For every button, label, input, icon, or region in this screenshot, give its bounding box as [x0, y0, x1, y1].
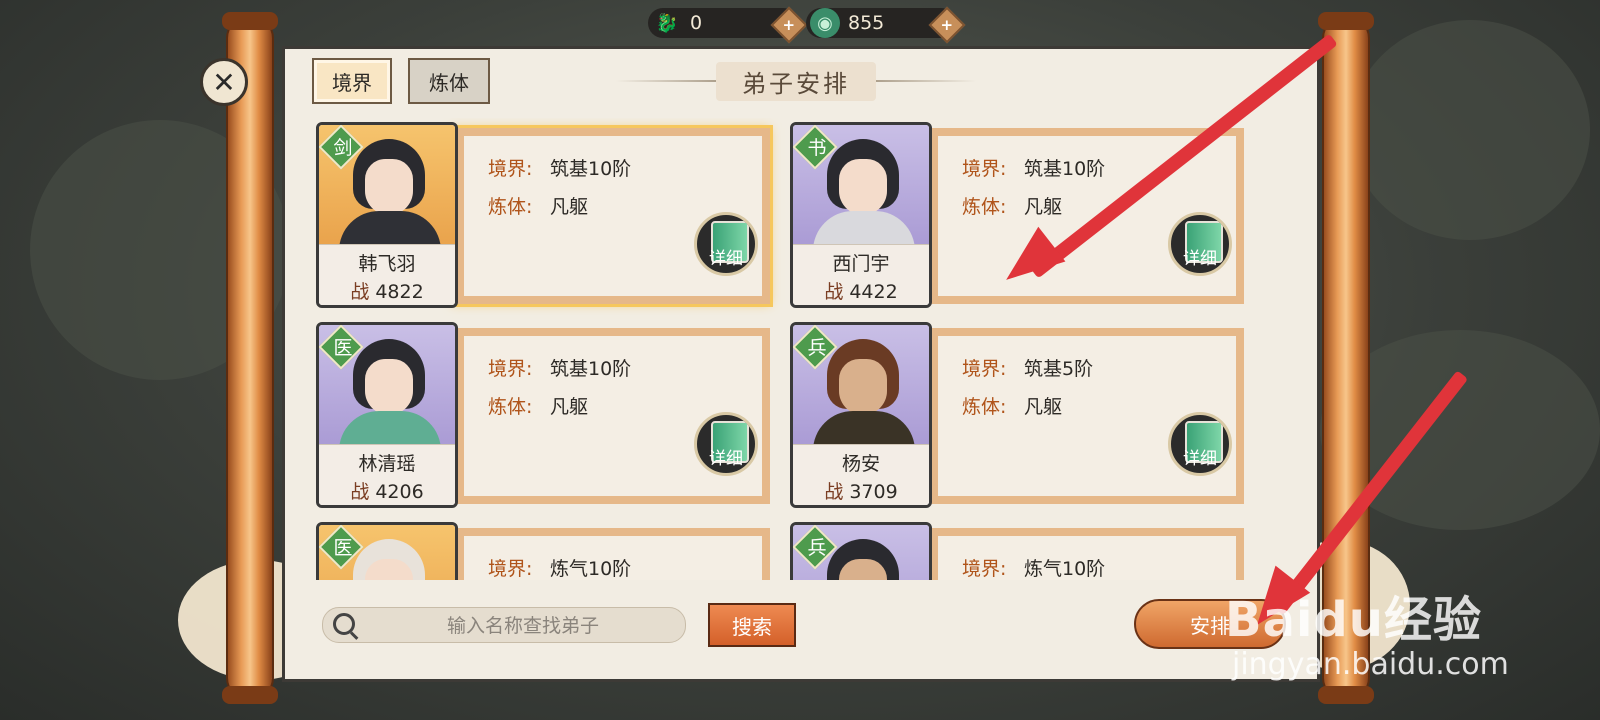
disciple-portrait[interactable]: 兵 — [790, 522, 932, 580]
tab-realm[interactable]: 境界 — [312, 58, 392, 104]
realm-label: 境界: — [962, 358, 1007, 380]
body-label: 炼体: — [488, 396, 533, 418]
panel-title: 弟子安排 — [616, 61, 976, 101]
disciple-power: 战 3709 — [824, 481, 898, 503]
detail-button[interactable]: 详细 — [1168, 412, 1232, 476]
realm-value: 筑基10阶 — [550, 358, 632, 380]
close-button[interactable]: ✕ — [200, 58, 248, 106]
search-input[interactable] — [371, 608, 675, 644]
body-label: 炼体: — [488, 196, 533, 218]
disciple-power: 战 4822 — [350, 281, 424, 303]
disciple-card[interactable]: 兵 境界: 炼气10阶 — [786, 518, 1256, 580]
disciple-card[interactable]: 医 境界: 炼气10阶 — [312, 518, 782, 580]
detail-button[interactable]: 详细 — [694, 412, 758, 476]
disciple-card[interactable]: 杨安 战 3709 兵 境界: 筑基5阶 炼体: 凡躯 详细 — [786, 318, 1256, 508]
detail-button[interactable]: 详细 — [1168, 212, 1232, 276]
search-icon — [333, 613, 355, 635]
dragon-coin-icon: 🐉 — [655, 12, 679, 34]
realm-label: 境界: — [488, 558, 533, 580]
class-badge-label: 书 — [807, 137, 827, 159]
realm-label: 境界: — [962, 558, 1007, 580]
class-badge-label: 医 — [333, 337, 353, 359]
realm-label: 境界: — [488, 158, 533, 180]
disciple-card[interactable]: 韩飞羽 战 4822 剑 境界: 筑基10阶 炼体: 凡躯 详细 — [312, 118, 782, 308]
page-title: 弟子安排 — [716, 61, 876, 101]
currency-dragon-value: 0 — [690, 12, 703, 34]
class-badge-label: 兵 — [807, 337, 827, 359]
scroll-roller-left — [222, 12, 278, 704]
class-badge-label: 兵 — [807, 537, 827, 559]
realm-label: 境界: — [488, 358, 533, 380]
disciple-power: 战 4206 — [350, 481, 424, 503]
realm-value: 筑基5阶 — [1024, 358, 1094, 380]
currency-jade: ◉ 855 + — [806, 6, 966, 44]
body-value: 凡躯 — [550, 396, 589, 418]
disciple-portrait[interactable]: 西门宇 战 4422 书 — [790, 122, 932, 308]
realm-value: 筑基10阶 — [550, 158, 632, 180]
jade-icon: ◉ — [810, 8, 840, 38]
body-value: 凡躯 — [550, 196, 589, 218]
class-badge-label: 剑 — [333, 137, 353, 159]
class-badge-label: 医 — [333, 537, 353, 559]
currency-dragon: 🐉 0 + — [648, 6, 808, 44]
body-label: 炼体: — [962, 396, 1007, 418]
realm-value: 炼气10阶 — [550, 558, 632, 580]
background-tree — [1350, 20, 1590, 240]
currency-jade-value: 855 — [848, 12, 885, 34]
realm-value: 炼气10阶 — [1024, 558, 1106, 580]
watermark-logo: Baidu经验 — [1225, 592, 1482, 648]
add-jade-button[interactable]: + — [928, 6, 966, 44]
body-label: 炼体: — [962, 196, 1007, 218]
realm-value: 筑基10阶 — [1024, 158, 1106, 180]
body-value: 凡躯 — [1024, 396, 1063, 418]
disciple-name: 林清瑶 — [358, 453, 416, 475]
disciple-power: 战 4422 — [824, 281, 898, 303]
detail-button[interactable]: 详细 — [694, 212, 758, 276]
search-button[interactable]: 搜索 — [708, 603, 796, 647]
disciple-portrait[interactable]: 林清瑶 战 4206 医 — [316, 322, 458, 508]
body-value: 凡躯 — [1024, 196, 1063, 218]
search-field — [322, 607, 686, 644]
add-dragon-coin-button[interactable]: + — [770, 6, 808, 44]
watermark-url: jingyan.baidu.com — [1232, 647, 1509, 682]
disciple-portrait[interactable]: 医 — [316, 522, 458, 580]
disciple-name: 韩飞羽 — [358, 253, 416, 275]
tab-body-refining[interactable]: 炼体 — [408, 58, 490, 104]
disciple-portrait[interactable]: 杨安 战 3709 兵 — [790, 322, 932, 508]
close-icon: ✕ — [212, 65, 236, 99]
disciple-card[interactable]: 林清瑶 战 4206 医 境界: 筑基10阶 炼体: 凡躯 详细 — [312, 318, 782, 508]
realm-label: 境界: — [962, 158, 1007, 180]
disciple-name: 西门宇 — [832, 253, 890, 275]
disciple-name: 杨安 — [841, 453, 880, 475]
disciple-portrait[interactable]: 韩飞羽 战 4822 剑 — [316, 122, 458, 308]
